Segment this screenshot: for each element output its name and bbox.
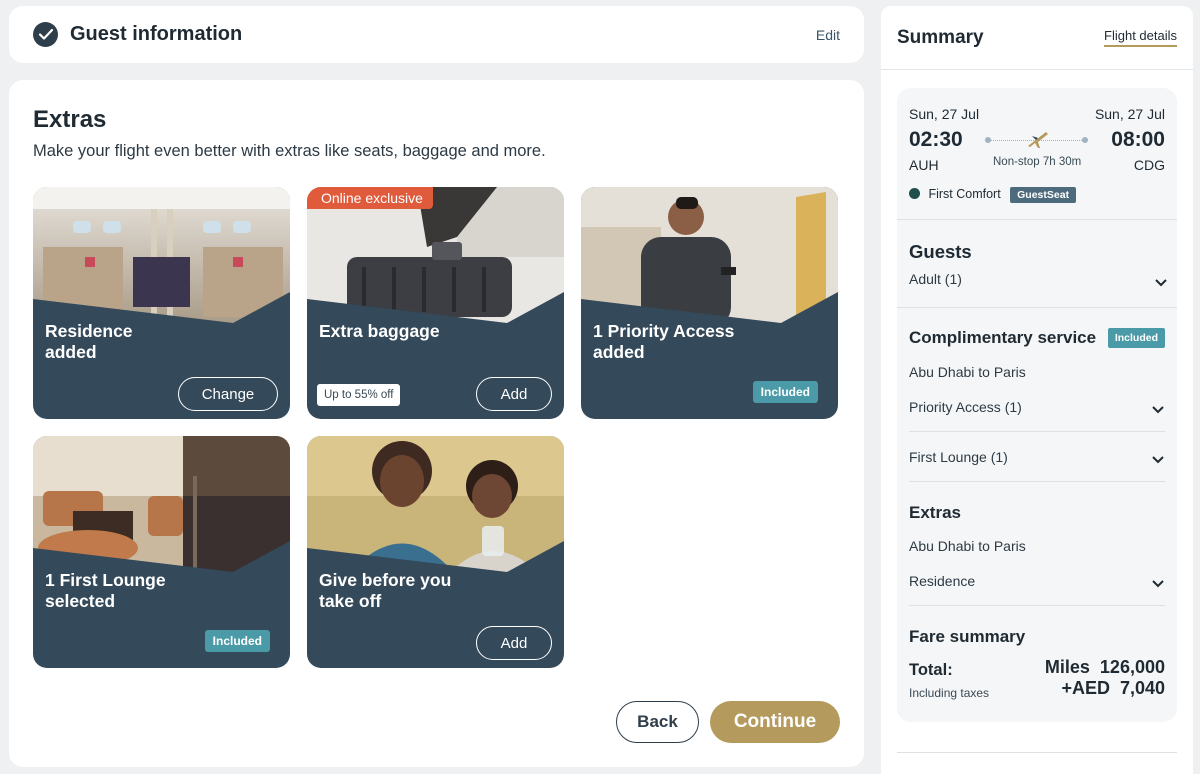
- total-subtext: Including taxes: [909, 686, 990, 700]
- depart-date: Sun, 27 Jul: [909, 106, 980, 122]
- included-badge: Included: [204, 630, 270, 652]
- included-badge: Included: [752, 381, 818, 403]
- change-residence-button[interactable]: Change: [178, 377, 278, 411]
- summary-extras-title: Extras: [909, 503, 961, 522]
- card-label-line2: selected: [45, 591, 116, 611]
- flight-duration: Non-stop 7h 30m: [993, 156, 1082, 168]
- add-donation-button[interactable]: Add: [476, 626, 552, 660]
- online-exclusive-badge: Online exclusive: [307, 187, 433, 209]
- edit-guest-link[interactable]: Edit: [816, 27, 840, 43]
- extras-panel: Extras Make your flight even better with…: [9, 80, 864, 767]
- cabin-class: First Comfort: [928, 187, 1001, 201]
- card-label-line1: 1 Priority Access: [593, 321, 735, 341]
- divider: [909, 605, 1165, 606]
- extra-card-priority-access[interactable]: 1 Priority Access added Included: [581, 187, 838, 419]
- tab-flight-details[interactable]: Flight details: [1104, 28, 1177, 47]
- residence-item[interactable]: Residence: [909, 573, 975, 589]
- summary-extras-route: Abu Dhabi to Paris: [909, 538, 1026, 554]
- total-miles: Miles 126,000: [1044, 657, 1165, 677]
- chevron-down-icon[interactable]: [1154, 278, 1168, 288]
- fare-summary-title: Fare summary: [909, 627, 1026, 646]
- summary-card: Sun, 27 Jul Sun, 27 Jul 02:30 08:00 AUH …: [897, 88, 1177, 722]
- discount-badge: Up to 55% off: [317, 384, 401, 406]
- card-label-line2: added: [45, 342, 97, 362]
- card-label-line1: Residence: [45, 321, 133, 341]
- divider: [897, 219, 1177, 220]
- route-start-dot: [985, 137, 991, 143]
- divider: [909, 431, 1165, 432]
- chevron-down-icon[interactable]: [1151, 455, 1165, 465]
- route-end-dot: [1082, 137, 1088, 143]
- arrive-time: 08:00: [1111, 128, 1165, 151]
- guest-information-bar: Guest information Edit: [9, 6, 864, 63]
- card-label: Residence added: [45, 321, 133, 363]
- depart-time: 02:30: [909, 128, 963, 151]
- divider: [909, 481, 1165, 482]
- total-aed: +AED 7,040: [1061, 678, 1165, 698]
- cabin-dot-icon: [909, 188, 920, 199]
- guestseat-badge: GuestSeat: [1010, 187, 1077, 203]
- card-label-line1: 1 First Lounge: [45, 570, 166, 590]
- guest-information-title: Guest information: [70, 23, 243, 45]
- chevron-down-icon[interactable]: [1151, 579, 1165, 589]
- extra-card-residence[interactable]: Residence added Change: [33, 187, 290, 419]
- arrive-airport-code: CDG: [1133, 157, 1165, 173]
- card-label: Extra baggage: [319, 321, 440, 342]
- card-label-line1: Give before you: [319, 570, 452, 590]
- priority-access-item[interactable]: Priority Access (1): [909, 399, 1022, 415]
- extras-title: Extras: [33, 106, 107, 133]
- summary-title: Summary: [897, 26, 984, 48]
- complimentary-route: Abu Dhabi to Paris: [909, 364, 1026, 380]
- extra-card-baggage[interactable]: Online exclusive Extra baggage Up to 55%…: [307, 187, 564, 419]
- extras-subtitle: Make your flight even better with extras…: [33, 142, 546, 160]
- extra-card-give-before-you-take-off[interactable]: Give before you take off Add: [307, 436, 564, 668]
- summary-panel: Summary Flight details Sun, 27 Jul Sun, …: [881, 6, 1193, 774]
- summary-header: Summary Flight details: [881, 6, 1193, 70]
- card-label: 1 First Lounge selected: [45, 570, 166, 612]
- card-label-line1: Extra baggage: [319, 321, 440, 341]
- divider: [897, 307, 1177, 308]
- add-baggage-button[interactable]: Add: [476, 377, 552, 411]
- divider: [897, 752, 1177, 753]
- card-label: 1 Priority Access added: [593, 321, 734, 363]
- total-label: Total:: [909, 661, 953, 679]
- card-label: Give before you take off: [319, 570, 451, 612]
- plane-icon: [1028, 132, 1048, 148]
- card-label-line2: take off: [319, 591, 382, 611]
- guests-value[interactable]: Adult (1): [909, 271, 962, 287]
- card-label-line2: added: [593, 342, 645, 362]
- continue-button[interactable]: Continue: [710, 701, 840, 743]
- guests-title: Guests: [909, 241, 972, 262]
- back-button[interactable]: Back: [616, 701, 699, 743]
- extra-card-first-lounge[interactable]: 1 First Lounge selected Included: [33, 436, 290, 668]
- chevron-down-icon[interactable]: [1151, 405, 1165, 415]
- cabin-row: First Comfort GuestSeat: [909, 185, 1077, 203]
- complimentary-included-badge: Included: [1107, 328, 1165, 348]
- first-lounge-item[interactable]: First Lounge (1): [909, 449, 1008, 465]
- arrive-date: Sun, 27 Jul: [1094, 106, 1165, 122]
- depart-airport-code: AUH: [909, 157, 939, 173]
- complimentary-title: Complimentary service: [909, 328, 1097, 347]
- check-circle-icon: [33, 22, 58, 47]
